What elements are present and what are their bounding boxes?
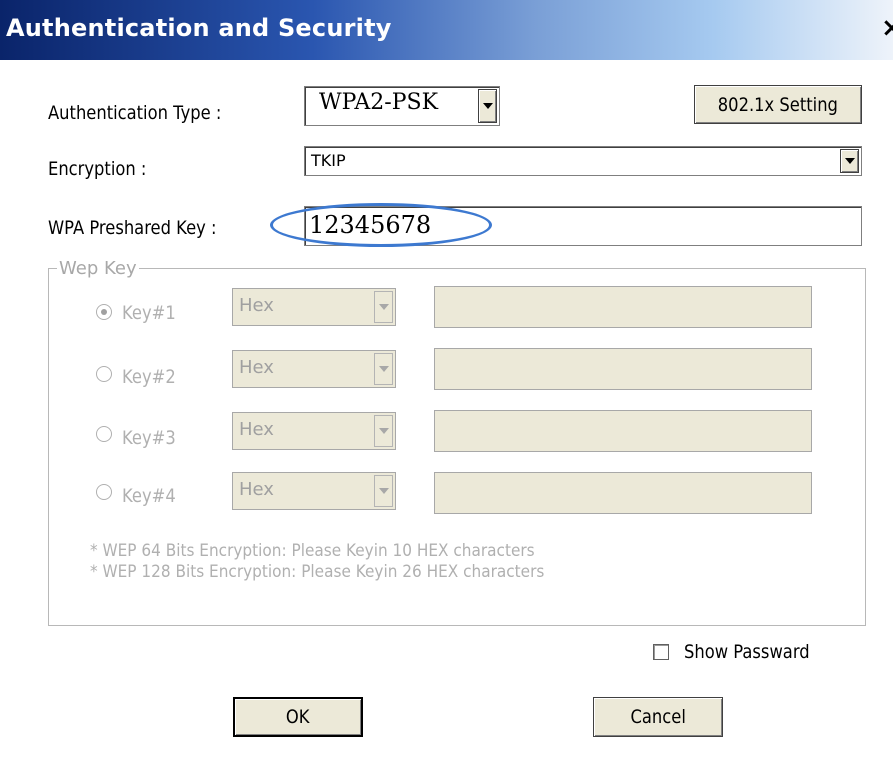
key3-dropdown-arrow[interactable]: [374, 415, 393, 447]
key2-input[interactable]: [434, 348, 812, 390]
wep128-note: * WEP 128 Bits Encryption: Please Keyin …: [90, 562, 545, 582]
chevron-down-icon: [844, 158, 855, 164]
psk-label: WPA Preshared Key :: [48, 217, 217, 239]
key2-label: Key#2: [122, 366, 176, 388]
key1-format-select[interactable]: Hex: [232, 288, 396, 326]
auth-type-value: WPA2-PSK: [319, 90, 439, 115]
title-bar: Authentication and Security ×: [0, 0, 893, 60]
show-password-label: Show Passward: [684, 641, 810, 663]
key3-format-value: Hex: [239, 419, 274, 440]
key2-format-value: Hex: [239, 357, 274, 378]
encryption-label: Encryption :: [48, 158, 147, 180]
encryption-value: TKIP: [311, 151, 346, 170]
key4-input[interactable]: [434, 472, 812, 514]
ok-button[interactable]: OK: [233, 697, 363, 737]
psk-input[interactable]: 12345678: [304, 206, 862, 246]
key4-dropdown-arrow[interactable]: [374, 475, 393, 507]
chevron-down-icon: [378, 304, 389, 310]
dot1x-setting-label: 802.1x Setting: [717, 93, 839, 116]
key1-format-value: Hex: [239, 295, 274, 316]
window-title: Authentication and Security: [6, 14, 392, 42]
encryption-select[interactable]: TKIP: [304, 146, 862, 176]
auth-type-dropdown-arrow[interactable]: [478, 89, 497, 123]
key1-dropdown-arrow[interactable]: [374, 291, 393, 323]
cancel-label: Cancel: [630, 706, 686, 728]
key2-radio[interactable]: [96, 366, 112, 382]
close-icon[interactable]: ×: [881, 14, 893, 42]
show-password-checkbox[interactable]: [653, 644, 669, 660]
key1-input[interactable]: [434, 286, 812, 328]
psk-value: 12345678: [309, 211, 432, 239]
key1-radio[interactable]: [96, 304, 112, 320]
cancel-button[interactable]: Cancel: [593, 697, 723, 737]
wep-key-legend: Wep Key: [57, 258, 139, 279]
key3-input[interactable]: [434, 410, 812, 452]
key2-format-select[interactable]: Hex: [232, 350, 396, 388]
key2-dropdown-arrow[interactable]: [374, 353, 393, 385]
auth-security-dialog: Authentication and Security × Authentica…: [0, 0, 893, 765]
key3-label: Key#3: [122, 427, 176, 449]
wep64-note: * WEP 64 Bits Encryption: Please Keyin 1…: [90, 541, 535, 561]
auth-type-label: Authentication Type :: [48, 102, 222, 124]
key3-radio[interactable]: [96, 426, 112, 442]
dot1x-setting-button[interactable]: 802.1x Setting: [694, 85, 862, 124]
key1-label: Key#1: [122, 302, 176, 324]
key4-format-select[interactable]: Hex: [232, 472, 396, 510]
key4-label: Key#4: [122, 485, 176, 507]
key4-radio[interactable]: [96, 484, 112, 500]
encryption-dropdown-arrow[interactable]: [840, 149, 859, 173]
chevron-down-icon: [378, 366, 389, 372]
key4-format-value: Hex: [239, 479, 274, 500]
chevron-down-icon: [378, 428, 389, 434]
chevron-down-icon: [482, 103, 493, 109]
auth-type-select[interactable]: WPA2-PSK: [304, 86, 500, 126]
ok-label: OK: [286, 706, 310, 728]
chevron-down-icon: [378, 488, 389, 494]
key3-format-select[interactable]: Hex: [232, 412, 396, 450]
